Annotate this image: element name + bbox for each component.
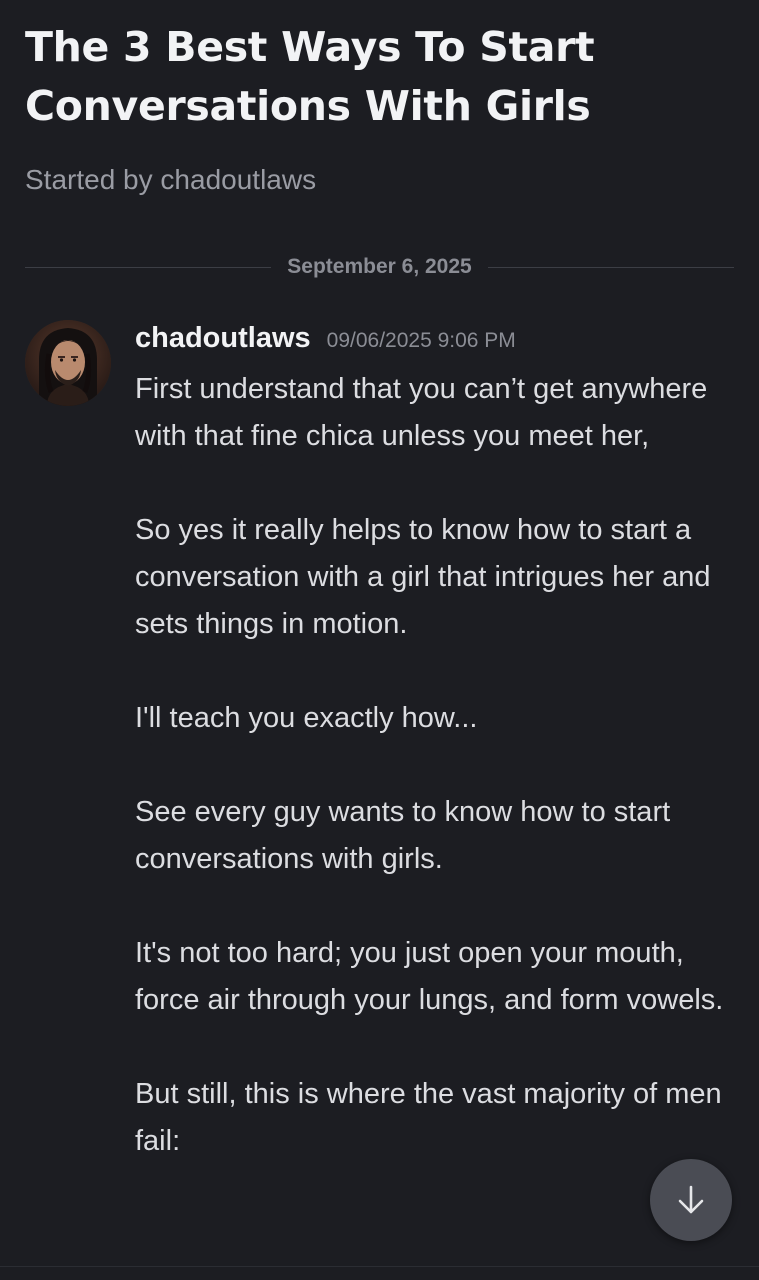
message-paragraph: It's not too hard; you just open your mo… <box>135 937 724 1016</box>
message-header: chadoutlaws 09/06/2025 9:06 PM <box>135 322 516 368</box>
scroll-down-button[interactable] <box>650 1159 732 1241</box>
message-paragraph: See every guy wants to know how to start… <box>135 796 671 875</box>
arrow-down-icon <box>678 1185 704 1214</box>
message-paragraph: I'll teach you exactly how... <box>135 702 478 734</box>
divider-line-left <box>25 266 272 268</box>
divider-line-right <box>487 266 734 268</box>
started-by-prefix: Started by <box>25 164 153 195</box>
started-by-author[interactable]: chadoutlaws <box>160 164 316 195</box>
date-divider: September 6, 2025 <box>25 252 734 282</box>
message-timestamp: 09/06/2025 9:06 PM <box>326 329 516 352</box>
avatar[interactable] <box>25 320 111 406</box>
avatar-portrait <box>25 320 111 406</box>
bottom-divider <box>0 1266 759 1267</box>
message-paragraph: But still, this is where the vast majori… <box>135 1078 722 1157</box>
message-paragraph: So yes it really helps to know how to st… <box>135 514 711 640</box>
thread-title: The 3 Best Ways To Start Conversations W… <box>25 23 595 130</box>
message-paragraph: First understand that you can’t get anyw… <box>135 373 708 452</box>
message-author[interactable]: chadoutlaws <box>135 322 311 355</box>
started-by: Started by chadoutlaws <box>25 160 316 200</box>
divider-date: September 6, 2025 <box>287 255 472 278</box>
message-body: First understand that you can’t get anyw… <box>135 366 735 1212</box>
